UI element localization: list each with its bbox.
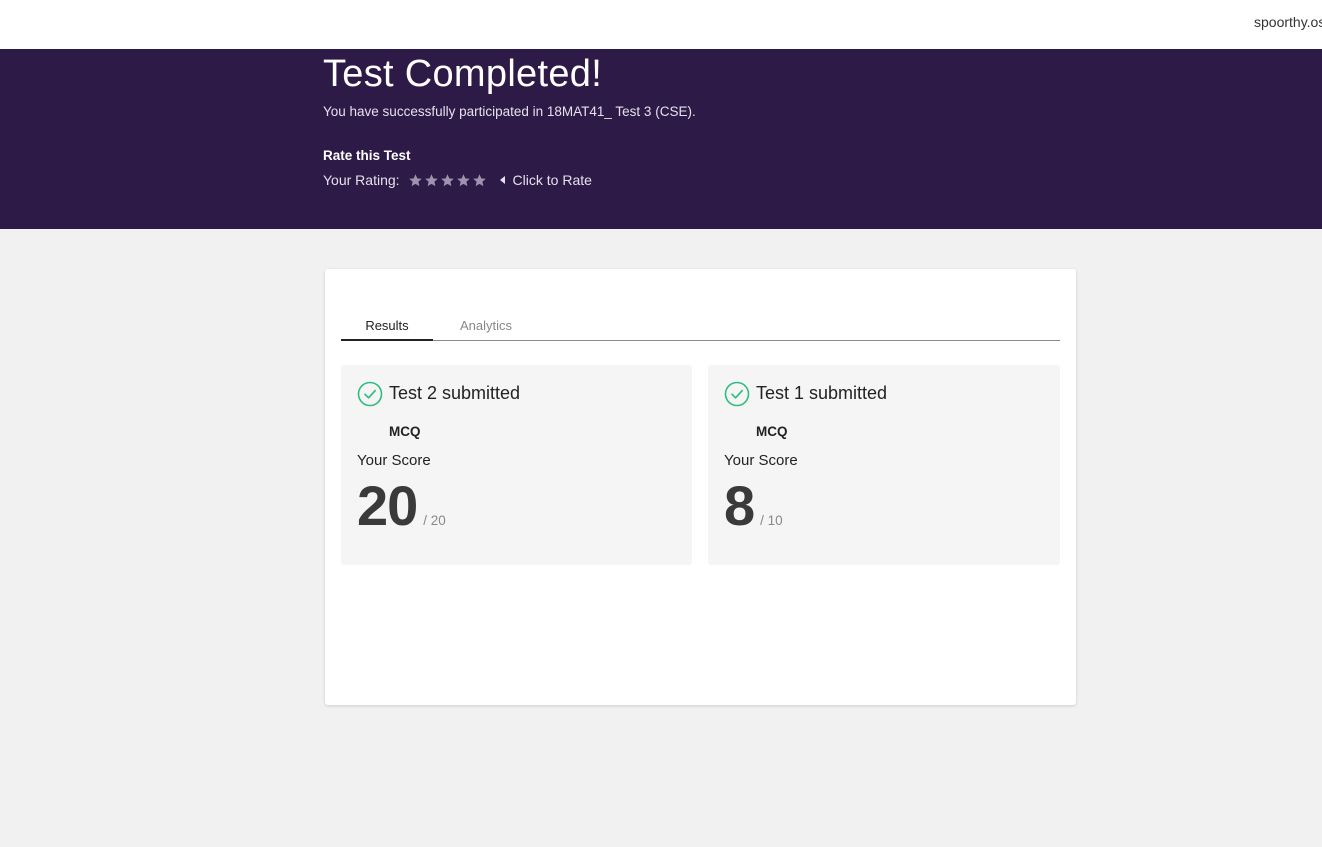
star-icon[interactable] <box>456 173 471 188</box>
rating-row: Your Rating: Click to Rate <box>323 171 592 189</box>
score-label: Your Score <box>357 452 431 469</box>
score-value: 8 <box>724 474 755 537</box>
check-circle-icon <box>357 381 383 407</box>
rating-stars[interactable] <box>408 173 488 188</box>
caret-left-icon <box>499 176 505 184</box>
completion-banner: Test Completed! You have successfully pa… <box>0 49 1322 229</box>
result-panel: Test 1 submitted MCQ Your Score 8 / 10 <box>708 365 1060 565</box>
star-icon[interactable] <box>440 173 455 188</box>
question-type: MCQ <box>389 424 421 439</box>
results-card: Results Analytics Test 2 submitted MCQ Y… <box>325 269 1076 705</box>
score-value: 20 <box>357 474 418 537</box>
star-icon[interactable] <box>472 173 487 188</box>
result-title: Test 1 submitted <box>756 383 888 403</box>
result-tabs: Results Analytics <box>341 313 1060 341</box>
score-label: Your Score <box>724 452 798 469</box>
tab-results[interactable]: Results <box>341 313 433 341</box>
question-type: MCQ <box>756 424 788 439</box>
rate-heading: Rate this Test <box>323 148 411 163</box>
result-panel: Test 2 submitted MCQ Your Score 20 / 20 <box>341 365 692 565</box>
score-total: / 20 <box>423 513 446 528</box>
page-title: Test Completed! <box>323 53 603 95</box>
top-navbar: spoorthy.os <box>0 0 1322 49</box>
tab-analytics[interactable]: Analytics <box>441 313 531 341</box>
click-to-rate-label[interactable]: Click to Rate <box>513 172 592 188</box>
score-total: / 10 <box>760 513 783 528</box>
user-name[interactable]: spoorthy.os <box>1254 14 1322 30</box>
score-row: 8 / 10 <box>724 473 783 538</box>
rating-label: Your Rating: <box>323 172 400 188</box>
star-icon[interactable] <box>424 173 439 188</box>
completion-message: You have successfully participated in 18… <box>323 104 696 119</box>
result-title: Test 2 submitted <box>389 383 521 403</box>
star-icon[interactable] <box>408 173 423 188</box>
score-row: 20 / 20 <box>357 473 446 538</box>
check-circle-icon <box>724 381 750 407</box>
